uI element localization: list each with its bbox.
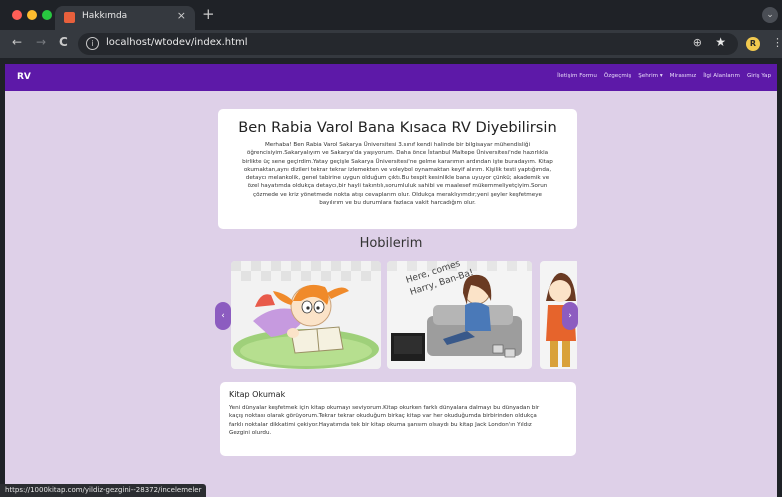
close-window-button[interactable] [12, 10, 22, 20]
reload-icon[interactable]: C [59, 35, 68, 49]
hobby-carousel[interactable]: Here, comes Harry, Ban-Ba! [217, 261, 577, 369]
tab-title: Hakkımda [82, 11, 128, 21]
site-brand[interactable]: RV [17, 72, 31, 82]
about-line: okumaktan,aynı dizileri tekrar tekrar iz… [243, 166, 552, 173]
page-viewport: RV İletişim Formu Özgeçmiş Şehrim ▾ Mira… [5, 64, 777, 497]
browser-menu-icon[interactable]: ⋮ [772, 36, 782, 49]
about-line: öğrencisiyim.Sakaryalıyım ve Sakarya'da … [246, 150, 549, 157]
carousel-next-button[interactable]: › [562, 302, 578, 330]
hobby-line: farklı noktalar dikkatimi çekiyor.Hayatı… [229, 421, 532, 428]
about-title: Ben Rabia Varol Bana Kısaca RV Diyebilir… [238, 119, 557, 136]
about-line: Merhaba! Ben Rabia Varol Sakarya Ünivers… [264, 142, 531, 148]
browser-tab[interactable]: Hakkımda × [55, 6, 195, 30]
favicon-icon [64, 12, 75, 23]
hobbies-heading: Hobilerim [359, 236, 423, 251]
hobby-line: kaçış noktası olarak görüyorum.Tekrar te… [229, 413, 537, 420]
hobby-title: Kitap Okumak [229, 390, 286, 399]
browser-toolbar: ← → C i localhost/wtodev/index.html ⊕ ★ … [0, 30, 782, 58]
hobby-card: Kitap Okumak Yeni dünyalar keşfetmek içi… [220, 382, 576, 456]
about-card: Ben Rabia Varol Bana Kısaca RV Diyebilir… [218, 109, 577, 229]
about-text: Merhaba! Ben Rabia Varol Sakarya Ünivers… [230, 141, 565, 207]
hobby-line: Gezgini olurdu. [229, 429, 272, 436]
nav-link-cv[interactable]: Özgeçmiş [604, 73, 631, 79]
about-line: detaycı melankolik, genel tabirine uygun… [245, 175, 550, 182]
new-tab-icon[interactable]: + [202, 5, 215, 23]
address-bar[interactable]: i localhost/wtodev/index.html ⊕ ★ [78, 33, 738, 55]
url-text[interactable]: localhost/wtodev/index.html [106, 37, 248, 48]
hobby-text: Yeni dünyalar keşfetmek için kitap okuma… [229, 404, 571, 437]
hobby-line: Yeni dünyalar keşfetmek için kitap okuma… [229, 405, 540, 411]
carousel-prev-button[interactable]: ‹ [215, 302, 231, 330]
about-line: çözmede ve kriz yönetmede nokta atışı ce… [253, 191, 542, 198]
nav-link-login[interactable]: Giriş Yap [747, 73, 771, 79]
bookmark-star-icon[interactable]: ★ [715, 35, 726, 49]
status-bar-url: https://1000kitap.com/yildiz-gezgini--28… [0, 484, 207, 497]
nav-link-contact[interactable]: İletişim Formu [557, 73, 597, 79]
tab-strip: Hakkımda × + ⌄ [0, 0, 782, 30]
reading-girl-illustration [231, 261, 381, 369]
forward-icon[interactable]: → [36, 35, 46, 49]
zoom-icon[interactable]: ⊕ [693, 36, 702, 49]
nav-link-city-dropdown[interactable]: Şehrim ▾ [638, 73, 662, 79]
about-line: birlikte üç sene geçirdim.Yatay geçişle … [242, 158, 553, 165]
nav-link-interests[interactable]: İlgi Alanlarım [703, 73, 740, 79]
nav-link-heritage[interactable]: Mirasımız [670, 73, 697, 79]
tab-search-icon[interactable]: ⌄ [762, 7, 778, 23]
minimize-window-button[interactable] [27, 10, 37, 20]
profile-avatar[interactable]: R [746, 37, 760, 51]
tab-close-icon[interactable]: × [177, 9, 186, 22]
back-icon[interactable]: ← [12, 35, 22, 49]
nav-links: İletişim Formu Özgeçmiş Şehrim ▾ Mirasım… [557, 73, 771, 79]
maximize-window-button[interactable] [42, 10, 52, 20]
about-line: özel hayatımda oldukça detaycı,bir hayli… [247, 183, 548, 190]
site-info-icon[interactable]: i [86, 37, 99, 50]
site-navbar: RV İletişim Formu Özgeçmiş Şehrim ▾ Mira… [5, 64, 777, 91]
watching-tv-illustration: Here, comes Harry, Ban-Ba! [387, 261, 532, 369]
about-line: bayılırım ve bu durumlara fazlaca vakit … [319, 200, 476, 207]
